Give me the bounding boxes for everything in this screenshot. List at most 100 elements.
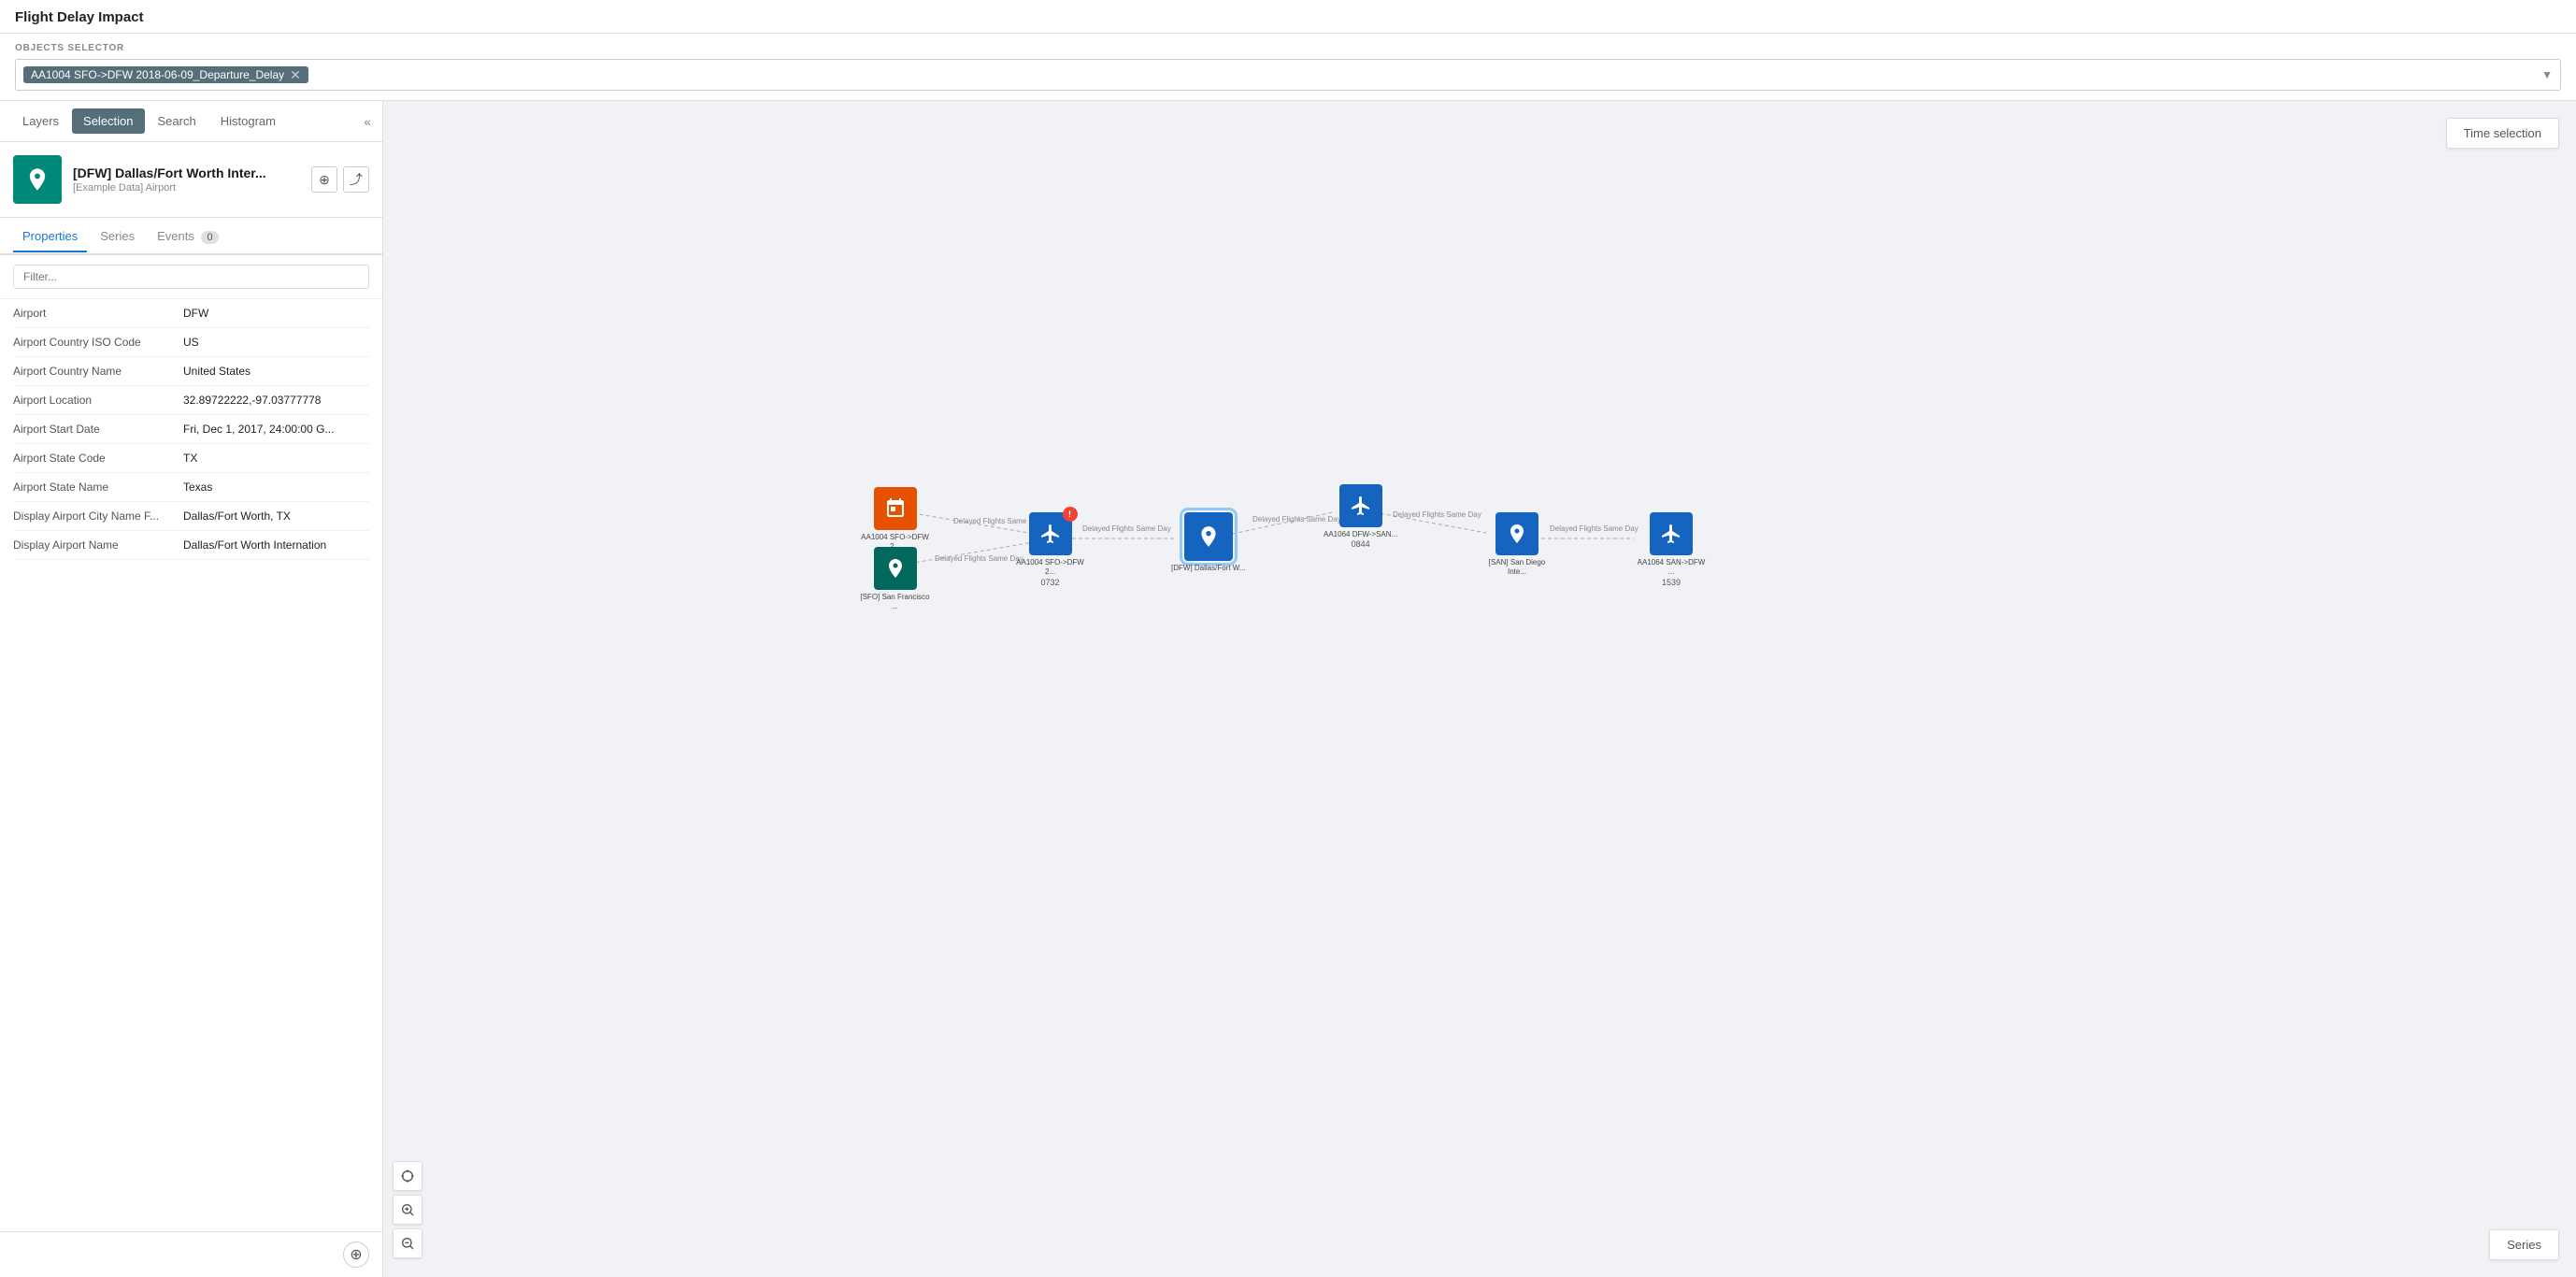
crosshair-icon — [400, 1169, 415, 1184]
object-subtitle: [Example Data] Airport — [73, 182, 300, 194]
object-actions: ⊕ ⤴ — [311, 166, 369, 193]
location-san-icon — [1506, 523, 1528, 545]
svg-text:Delayed Flights Same Day: Delayed Flights Same Day — [935, 554, 1023, 563]
prop-key: Airport State Name — [13, 481, 172, 494]
prop-row-display-name: Display Airport Name Dallas/Fort Worth I… — [13, 531, 369, 560]
prop-value: Fri, Dec 1, 2017, 24:00:00 G... — [183, 423, 369, 436]
panel-tabs: Layers Selection Search Histogram « — [0, 101, 382, 142]
filter-input[interactable] — [13, 265, 369, 289]
zoom-out-icon — [400, 1236, 415, 1251]
series-button[interactable]: Series — [2489, 1229, 2559, 1260]
prop-row-country-iso: Airport Country ISO Code US — [13, 328, 369, 357]
prop-value: 32.89722222,-97.03777778 — [183, 394, 369, 407]
object-export-button[interactable]: ⤴ — [343, 166, 369, 193]
node-time: 0732 — [1040, 578, 1059, 587]
node-label: [SAN] San Diego Inte... — [1480, 558, 1554, 578]
graph-node-2[interactable]: [SFO] San Francisco ... — [860, 547, 930, 612]
selector-tag: AA1004 SFO->DFW 2018-06-09_Departure_Del… — [23, 66, 308, 83]
selector-input[interactable]: AA1004 SFO->DFW 2018-06-09_Departure_Del… — [15, 59, 2561, 91]
prop-row-airport: Airport DFW — [13, 299, 369, 328]
graph-node-6[interactable]: [SAN] San Diego Inte... — [1480, 512, 1554, 578]
prop-key: Display Airport Name — [13, 538, 172, 552]
prop-value: Dallas/Fort Worth, TX — [183, 509, 369, 523]
prop-key: Airport State Code — [13, 452, 172, 465]
prop-row-city-name: Display Airport City Name F... Dallas/Fo… — [13, 502, 369, 531]
prop-value: DFW — [183, 307, 369, 320]
node-label: [DFW] Dallas/Fort W... — [1171, 564, 1246, 573]
node-time: 0844 — [1352, 539, 1370, 549]
app-title: Flight Delay Impact — [15, 9, 144, 25]
filter-input-wrap — [0, 255, 382, 299]
object-center-button[interactable]: ⊕ — [311, 166, 337, 193]
prop-tab-series[interactable]: Series — [91, 222, 144, 252]
graph-node-5[interactable]: AA1064 DFW->SAN... 0844 — [1324, 484, 1397, 549]
left-panel: Layers Selection Search Histogram « [DFW… — [0, 101, 383, 1277]
panel-footer: ⊕ — [0, 1231, 382, 1277]
prop-key: Airport Location — [13, 394, 172, 407]
prop-value: United States — [183, 365, 369, 378]
selector-dropdown-arrow[interactable]: ▼ — [2541, 68, 2553, 81]
app-container: Flight Delay Impact OBJECTS SELECTOR AA1… — [0, 0, 2576, 1277]
prop-row-start-date: Airport Start Date Fri, Dec 1, 2017, 24:… — [13, 415, 369, 444]
prop-row-country-name: Airport Country Name United States — [13, 357, 369, 386]
calendar-icon — [884, 497, 907, 520]
tab-layers[interactable]: Layers — [11, 108, 70, 134]
prop-key: Airport Start Date — [13, 423, 172, 436]
node-label: AA1064 SAN->DFW ... — [1634, 558, 1709, 578]
plane-icon-3 — [1660, 523, 1682, 545]
graph-svg: Delayed Flights Same Day Delayed Flights… — [383, 101, 2576, 1277]
prop-key: Airport Country Name — [13, 365, 172, 378]
app-header: Flight Delay Impact — [0, 0, 2576, 34]
prop-tab-properties[interactable]: Properties — [13, 222, 87, 252]
graph-node-7[interactable]: AA1064 SAN->DFW ... 1539 — [1634, 512, 1709, 587]
object-icon-box — [13, 155, 62, 204]
location-selected-icon — [1196, 524, 1221, 549]
prop-value: TX — [183, 452, 369, 465]
events-badge: 0 — [201, 231, 218, 244]
prop-value: US — [183, 336, 369, 349]
plane-icon-2 — [1350, 495, 1372, 517]
main-content: Layers Selection Search Histogram « [DFW… — [0, 101, 2576, 1277]
graph-node-1[interactable]: AA1004 SFO->DFW 2... — [860, 487, 930, 552]
prop-row-state-name: Airport State Name Texas — [13, 473, 369, 502]
object-name: [DFW] Dallas/Fort Worth Inter... — [73, 165, 300, 180]
prop-key: Airport Country ISO Code — [13, 336, 172, 349]
svg-text:Delayed Flights Same Day: Delayed Flights Same Day — [1550, 524, 1639, 533]
selected-object-card: [DFW] Dallas/Fort Worth Inter... [Exampl… — [0, 142, 382, 218]
notification-badge: ! — [1063, 507, 1078, 522]
prop-row-state-code: Airport State Code TX — [13, 444, 369, 473]
panel-collapse-button[interactable]: « — [364, 114, 371, 129]
graph-node-4[interactable]: [DFW] Dallas/Fort W... — [1171, 512, 1246, 573]
selector-tag-close[interactable]: ✕ — [290, 68, 301, 81]
graph-node-3[interactable]: ! AA1004 SFO->DFW 2... 0732 — [1015, 512, 1085, 587]
selector-tag-text: AA1004 SFO->DFW 2018-06-09_Departure_Del… — [31, 68, 284, 81]
svg-text:Delayed Flights Same Day: Delayed Flights Same Day — [1393, 510, 1481, 519]
objects-selector-bar: OBJECTS SELECTOR AA1004 SFO->DFW 2018-06… — [0, 34, 2576, 101]
properties-table: Airport DFW Airport Country ISO Code US … — [0, 299, 382, 1231]
zoom-in-button[interactable] — [393, 1195, 422, 1225]
time-selection-button[interactable]: Time selection — [2446, 118, 2559, 149]
prop-row-location: Airport Location 32.89722222,-97.0377777… — [13, 386, 369, 415]
node-label: AA1064 DFW->SAN... — [1324, 530, 1397, 539]
svg-text:Delayed Flights Same Day: Delayed Flights Same Day — [1082, 524, 1171, 533]
location-pin-icon — [884, 557, 907, 580]
prop-key: Airport — [13, 307, 172, 320]
node-time: 1539 — [1662, 578, 1681, 587]
add-property-button[interactable]: ⊕ — [343, 1241, 369, 1268]
node-label: AA1004 SFO->DFW 2... — [1015, 558, 1085, 578]
prop-value: Dallas/Fort Worth Internation — [183, 538, 369, 552]
prop-key: Display Airport City Name F... — [13, 509, 172, 523]
prop-tab-events[interactable]: Events 0 — [148, 222, 227, 252]
bottom-tools — [393, 1161, 422, 1258]
zoom-in-icon — [400, 1202, 415, 1217]
tab-selection[interactable]: Selection — [72, 108, 144, 134]
right-panel[interactable]: Time selection Delayed Flights Same Day … — [383, 101, 2576, 1277]
plane-icon — [1039, 523, 1062, 545]
node-label: [SFO] San Francisco ... — [860, 593, 930, 612]
objects-selector-label: OBJECTS SELECTOR — [15, 43, 2561, 53]
tab-search[interactable]: Search — [147, 108, 208, 134]
crosshair-button[interactable] — [393, 1161, 422, 1191]
zoom-out-button[interactable] — [393, 1228, 422, 1258]
tab-histogram[interactable]: Histogram — [209, 108, 287, 134]
prop-tabs: Properties Series Events 0 — [0, 218, 382, 255]
